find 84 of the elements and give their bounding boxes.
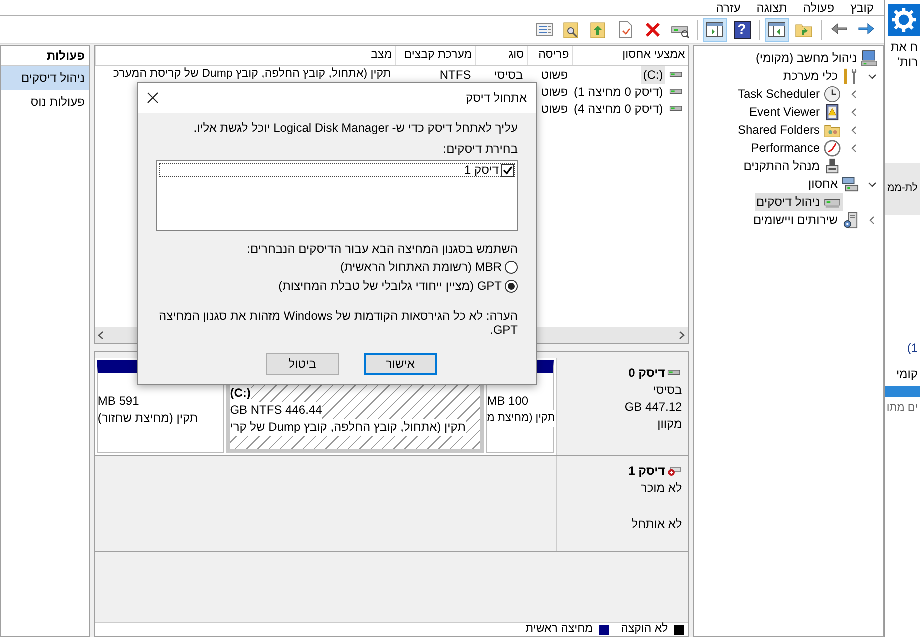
expand-chevron-icon[interactable] xyxy=(850,144,858,152)
disk-detail: בסיסי xyxy=(653,382,682,399)
tree-item[interactable]: Shared Folders xyxy=(736,121,843,139)
ok-button[interactable]: אישור xyxy=(364,353,437,375)
menu-item[interactable]: עזרה xyxy=(716,2,741,14)
drive-icon xyxy=(669,86,684,96)
pane-toggle-icon[interactable] xyxy=(703,18,727,42)
window-text: רות' xyxy=(896,55,919,70)
table-cell-text: פשוט xyxy=(541,100,568,118)
partition-detail: תקין (מחיצת שחזור) xyxy=(98,410,198,427)
tree-item[interactable]: Performance xyxy=(749,139,843,157)
server-gear-icon xyxy=(842,212,859,228)
volume-name[interactable]: (C:) xyxy=(641,66,666,84)
disk-detail: GB 447.12 xyxy=(624,399,682,416)
option-label: GPT (מציין ייחודי גלובלי של טבלת המחיצות) xyxy=(278,280,502,292)
partition-detail: תקין (אתחול, קובץ החלפה, קובץ Dump של קרי xyxy=(230,419,466,436)
tree-item[interactable]: כלי מערכת xyxy=(781,67,861,85)
log-book-icon xyxy=(824,104,841,120)
drive-icon xyxy=(669,70,684,80)
list-item-label: דיסק 1 xyxy=(464,164,499,176)
partition-detail: GB NTFS 446.44 xyxy=(230,402,322,419)
disk-name: דיסק 0 xyxy=(628,365,666,382)
action-item[interactable]: פעולות נוס xyxy=(1,90,89,114)
checkbox[interactable] xyxy=(501,164,514,176)
action-item[interactable]: ניהול דיסקים xyxy=(1,66,89,90)
tree-item[interactable]: Event Viewer xyxy=(748,103,843,121)
table-cell-text: פשוט xyxy=(541,66,568,84)
tree-item[interactable]: ניהול מחשב (מקומי) xyxy=(754,49,880,67)
collapse-chevron-icon[interactable] xyxy=(868,180,876,188)
section-label: השתמש בסגנון המחיצה הבא עבור הדיסקים הנבחרים: xyxy=(246,241,518,257)
legend-label: מחיצה ראשית xyxy=(526,624,594,636)
volume-name[interactable]: (דיסק 0 מחיצה 1) xyxy=(572,82,666,100)
disk-status: לא אותחל xyxy=(632,516,682,533)
menu-item[interactable]: פעולה xyxy=(803,2,835,14)
tree-item[interactable]: מנהל ההתקנים xyxy=(742,157,843,175)
partition-detail: תקין (מחיצת מ xyxy=(487,410,556,427)
disk-list[interactable]: דיסק 1 xyxy=(156,160,518,231)
disk-name: דיסק 1 xyxy=(628,463,666,480)
tree-item[interactable]: שירותים ויישומים xyxy=(751,211,861,229)
close-icon[interactable] xyxy=(147,92,159,104)
tree-item[interactable]: Task Scheduler xyxy=(736,85,843,103)
option-label: MBR (רשומת האתחול הראשית) xyxy=(340,261,502,273)
drive-icon xyxy=(667,368,682,378)
volume-name[interactable]: (דיסק 0 מחיצה 4) xyxy=(572,100,666,118)
expand-chevron-icon[interactable] xyxy=(850,90,858,98)
device-icon xyxy=(824,158,841,174)
dialog-title: אתחול דיסק xyxy=(466,90,527,107)
drive-error-icon xyxy=(667,466,682,476)
computer-icon xyxy=(861,50,878,66)
radio-button[interactable] xyxy=(505,260,518,274)
menu-item[interactable]: תצוגה xyxy=(756,2,788,14)
clock-icon xyxy=(824,86,841,102)
expand-chevron-icon[interactable] xyxy=(850,108,858,116)
radio-button[interactable] xyxy=(505,280,518,292)
collapse-chevron-icon[interactable] xyxy=(868,72,876,80)
window-text: ח את xyxy=(890,40,919,55)
table-cell-text: תקין (אתחול, קובץ החלפה, קובץ Dump של קריסת המערכ xyxy=(113,66,392,82)
partition-title: (C:) xyxy=(230,385,251,402)
pane-toggle-icon[interactable] xyxy=(765,18,789,42)
gauge-icon xyxy=(824,140,841,156)
tools-icon xyxy=(842,68,859,84)
table-cell-text: בסיסי xyxy=(494,66,524,84)
window-text: קומי xyxy=(895,366,919,383)
tree-item[interactable]: אחסון xyxy=(806,175,861,193)
drive-icon xyxy=(669,104,684,114)
dialog-message: עליך לאתחל דיסק כדי ש- Logical Disk Manager יוכל לגשת אליו. xyxy=(192,120,518,136)
storage-icon xyxy=(842,176,859,192)
disk-detail: לא מוכר xyxy=(640,480,682,497)
window-text: (1 xyxy=(906,340,919,357)
dialog-note: הערה: לא כל הגירסאות הקודמות של Windows מזהות את סגנון המחיצה GPT. xyxy=(158,309,518,337)
window-text: לת-ממ xyxy=(887,181,918,196)
scroll-left-icon[interactable] xyxy=(98,330,104,340)
expand-chevron-icon[interactable] xyxy=(850,126,858,134)
legend-label: לא הוקצה xyxy=(621,624,668,636)
expand-chevron-icon[interactable] xyxy=(868,216,876,224)
table-cell-text: פשוט xyxy=(541,84,568,100)
list-label: בחירת דיסקים: xyxy=(442,141,518,157)
menu-item[interactable]: קובץ xyxy=(850,2,874,14)
table-cell-text: NTFS xyxy=(440,66,472,84)
cancel-button[interactable]: ביטול xyxy=(266,353,339,375)
window-text: ים מתו xyxy=(886,401,919,416)
tree-item[interactable]: ניהול דיסקים xyxy=(754,193,843,211)
disk-detail: מקוון xyxy=(658,416,682,433)
scroll-right-icon[interactable] xyxy=(679,330,686,340)
